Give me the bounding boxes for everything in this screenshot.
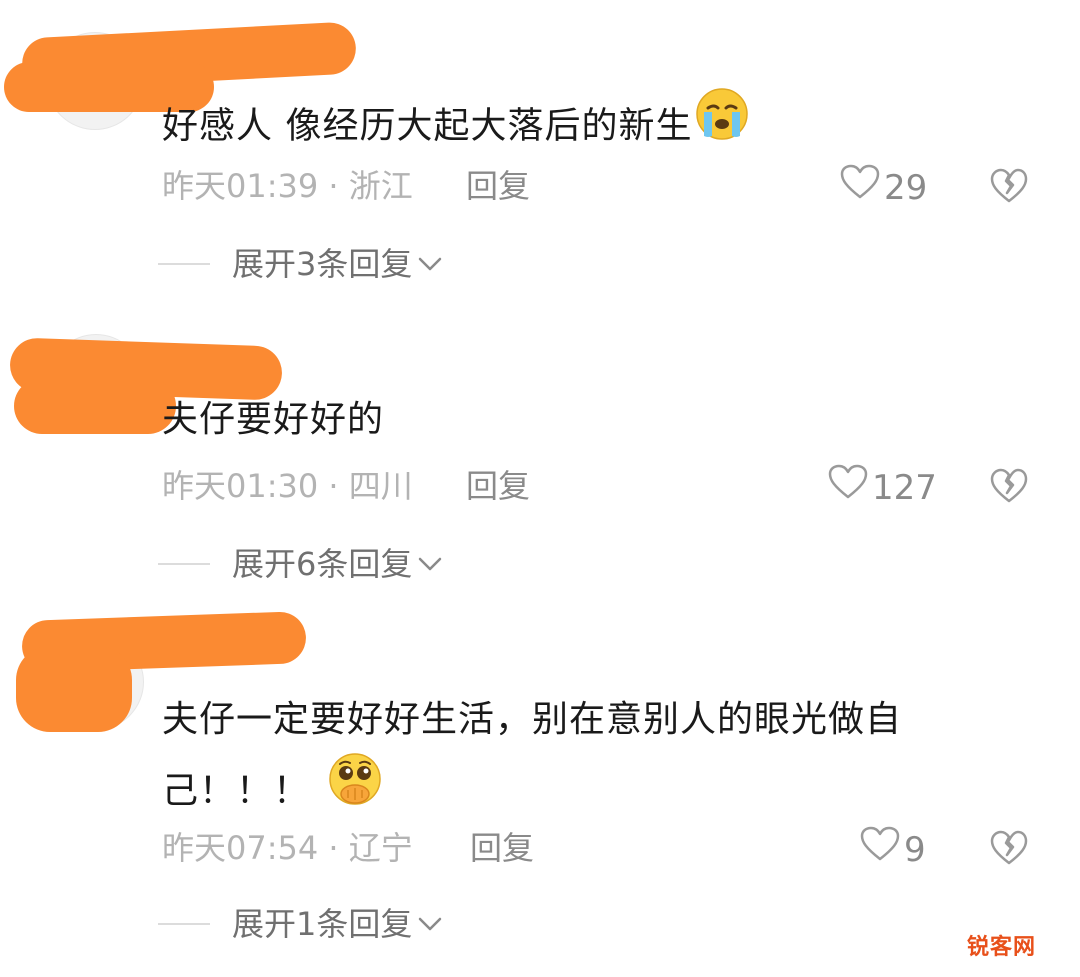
- watermark-logo: 锐客网: [966, 935, 1036, 960]
- broken-heart-icon: [990, 168, 1028, 208]
- chevron-down-icon: [412, 250, 444, 278]
- broken-heart-icon: [990, 830, 1028, 870]
- chevron-down-icon: [412, 910, 444, 938]
- heart-icon: [860, 826, 904, 873]
- reply-button[interactable]: 回复: [470, 826, 534, 870]
- expand-replies-label: 展开1条回复: [232, 905, 413, 943]
- comment-text: 夫仔要好好的: [162, 399, 385, 440]
- expand-replies-label: 展开6条回复: [232, 545, 413, 583]
- comment-text-line: 己！！！: [162, 753, 902, 831]
- comment-item: 夫仔要好好的 昨天01:30 · 四川 回复 127 展开6条回复: [0, 300, 1080, 600]
- comment-item: 夫仔一定要好好生活，别在意别人的眼光做自 己！！！ 昨天07:54 · 辽宁 回…: [0, 600, 1080, 977]
- expand-replies-label: 展开3条回复: [232, 245, 413, 283]
- like-count: 9: [904, 829, 926, 870]
- like-count: 29: [884, 167, 928, 208]
- comment-item: 好感人 像经历大起大落后的新生 昨天01:39 · 浙江 回复 29 展开3条回…: [0, 0, 1080, 300]
- like-button[interactable]: 9: [860, 826, 926, 873]
- comment-text: 好感人 像经历大起大落后的新生: [162, 88, 750, 165]
- comment-list: 好感人 像经历大起大落后的新生 昨天01:39 · 浙江 回复 29 展开3条回…: [0, 0, 1080, 977]
- dislike-button[interactable]: [990, 830, 1028, 870]
- loudly-crying-face-icon: [694, 86, 750, 161]
- expand-replies[interactable]: 展开3条回复: [158, 242, 444, 286]
- comment-meta: 昨天07:54 · 辽宁: [162, 829, 413, 867]
- pleading-face-covering-mouth-icon: [326, 750, 384, 827]
- redaction-blob: [14, 378, 176, 434]
- comment-text-line: 夫仔一定要好好生活，别在意别人的眼光做自: [162, 699, 903, 740]
- divider: [158, 923, 210, 925]
- like-button[interactable]: 127: [828, 464, 937, 511]
- comment-meta: 昨天01:30 · 四川: [162, 467, 413, 505]
- reply-button[interactable]: 回复: [466, 164, 530, 208]
- comment-meta: 昨天01:39 · 浙江: [162, 167, 413, 205]
- like-count: 127: [872, 467, 937, 508]
- reply-button[interactable]: 回复: [466, 464, 530, 508]
- chevron-down-icon: [412, 550, 444, 578]
- dislike-button[interactable]: [990, 168, 1028, 208]
- broken-heart-icon: [990, 468, 1028, 508]
- redaction-blob: [16, 646, 132, 732]
- expand-replies[interactable]: 展开1条回复: [158, 902, 444, 946]
- like-button[interactable]: 29: [840, 164, 927, 211]
- expand-replies[interactable]: 展开6条回复: [158, 542, 444, 586]
- divider: [158, 263, 210, 265]
- heart-icon: [828, 464, 872, 511]
- divider: [158, 563, 210, 565]
- dislike-button[interactable]: [990, 468, 1028, 508]
- heart-icon: [840, 164, 884, 211]
- comment-text: 夫仔一定要好好生活，别在意别人的眼光做自 己！！！: [162, 690, 902, 831]
